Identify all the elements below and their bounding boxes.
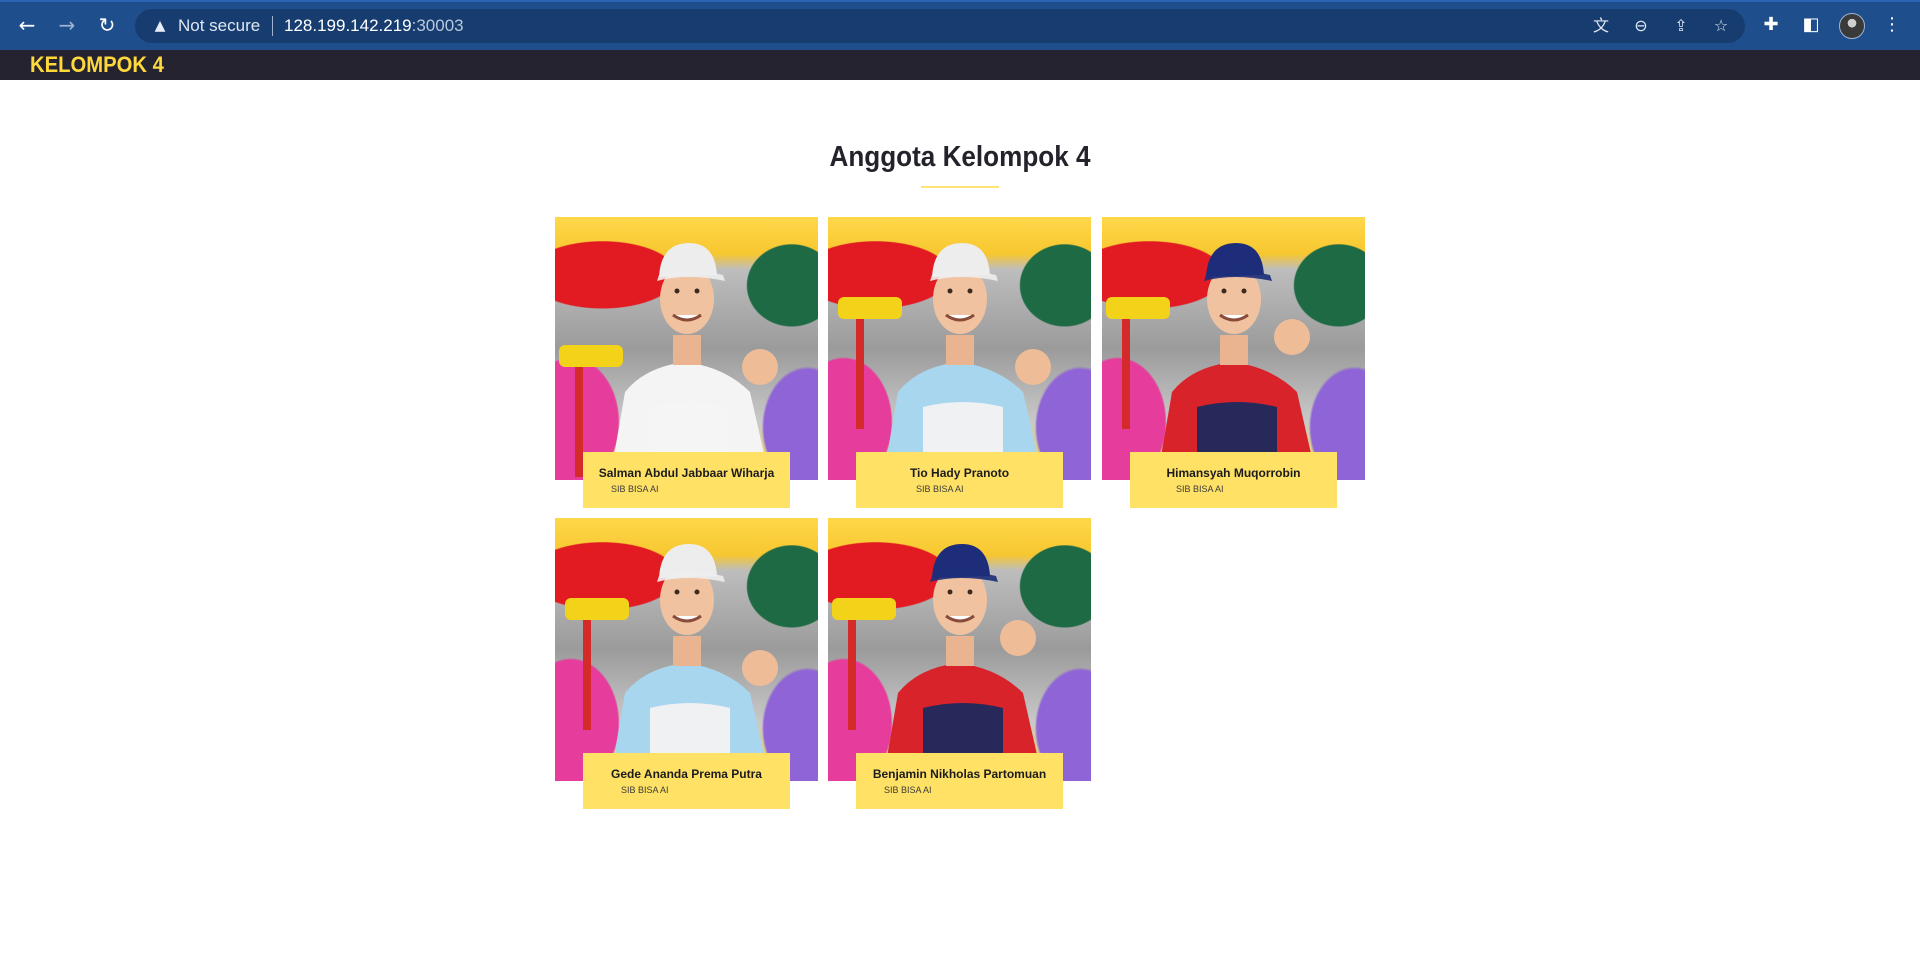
member-name: Gede Ananda Prema Putra [611,767,762,781]
member-photo [555,518,818,781]
member-role: SIB BISA AI [611,484,659,494]
member-role: SIB BISA AI [916,484,964,494]
member-name: Salman Abdul Jabbaar Wiharja [598,466,775,480]
site-brand[interactable]: KELOMPOK 4 [30,54,164,76]
back-arrow-icon[interactable]: ← [15,13,39,37]
member-role: SIB BISA AI [621,785,669,795]
extensions-puzzle-icon[interactable]: ✚ [1759,13,1783,37]
team-card: Tio Hady Pranoto SIB BISA AI [828,217,1091,513]
security-status[interactable]: Not secure [178,17,260,35]
member-name: Himansyah Muqorrobin [1166,466,1301,480]
omnibox-divider [272,16,273,36]
warning-icon[interactable]: ▲ [151,17,169,35]
profile-avatar[interactable] [1839,13,1865,39]
member-caption: Himansyah Muqorrobin SIB BISA AI [1130,452,1337,508]
member-caption: Gede Ananda Prema Putra SIB BISA AI [583,753,790,809]
title-underline [921,186,999,188]
share-icon[interactable]: ⇪ [1671,16,1691,36]
member-name: Benjamin Nikholas Partomuan [872,767,1047,781]
address-bar[interactable]: ▲ Not secure 128.199.142.219:30003 文 ⊖ ⇪… [135,9,1745,43]
forward-arrow-icon[interactable]: → [55,13,79,37]
painter-illustration [832,544,1043,781]
browser-toolbar: ← → ↻ ▲ Not secure 128.199.142.219:30003… [0,0,1920,50]
member-caption: Salman Abdul Jabbaar Wiharja SIB BISA AI [583,452,790,508]
section-title: Anggota Kelompok 4 [829,141,1091,173]
member-caption: Tio Hady Pranoto SIB BISA AI [856,452,1063,508]
more-menu-icon[interactable]: ⋮ [1880,13,1904,37]
side-panel-icon[interactable]: ◧ [1799,13,1823,37]
bookmark-star-icon[interactable]: ☆ [1711,16,1731,36]
url-text[interactable]: 128.199.142.219:30003 [284,17,464,35]
member-photo [555,217,818,480]
team-card: Himansyah Muqorrobin SIB BISA AI [1102,217,1365,513]
member-caption: Benjamin Nikholas Partomuan SIB BISA AI [856,753,1063,809]
url-port: :30003 [411,16,464,35]
url-host: 128.199.142.219 [284,16,412,35]
tab-strip-edge [0,0,1920,2]
reload-icon[interactable]: ↻ [95,13,119,37]
painter-illustration [559,243,778,480]
painter-illustration [565,544,778,781]
team-card: Salman Abdul Jabbaar Wiharja SIB BISA AI [555,217,818,513]
translate-icon[interactable]: 文 [1591,16,1611,36]
team-card: Benjamin Nikholas Partomuan SIB BISA AI [828,518,1091,814]
member-photo [828,518,1091,781]
site-navbar: KELOMPOK 4 [0,50,1920,80]
team-card: Gede Ananda Prema Putra SIB BISA AI [555,518,818,814]
painter-illustration [838,243,1051,480]
member-role: SIB BISA AI [884,785,932,795]
painter-illustration [1106,243,1317,480]
member-photo [1102,217,1365,480]
zoom-out-icon[interactable]: ⊖ [1631,16,1651,36]
member-photo [828,217,1091,480]
member-role: SIB BISA AI [1176,484,1224,494]
member-name: Tio Hady Pranoto [909,466,1010,480]
